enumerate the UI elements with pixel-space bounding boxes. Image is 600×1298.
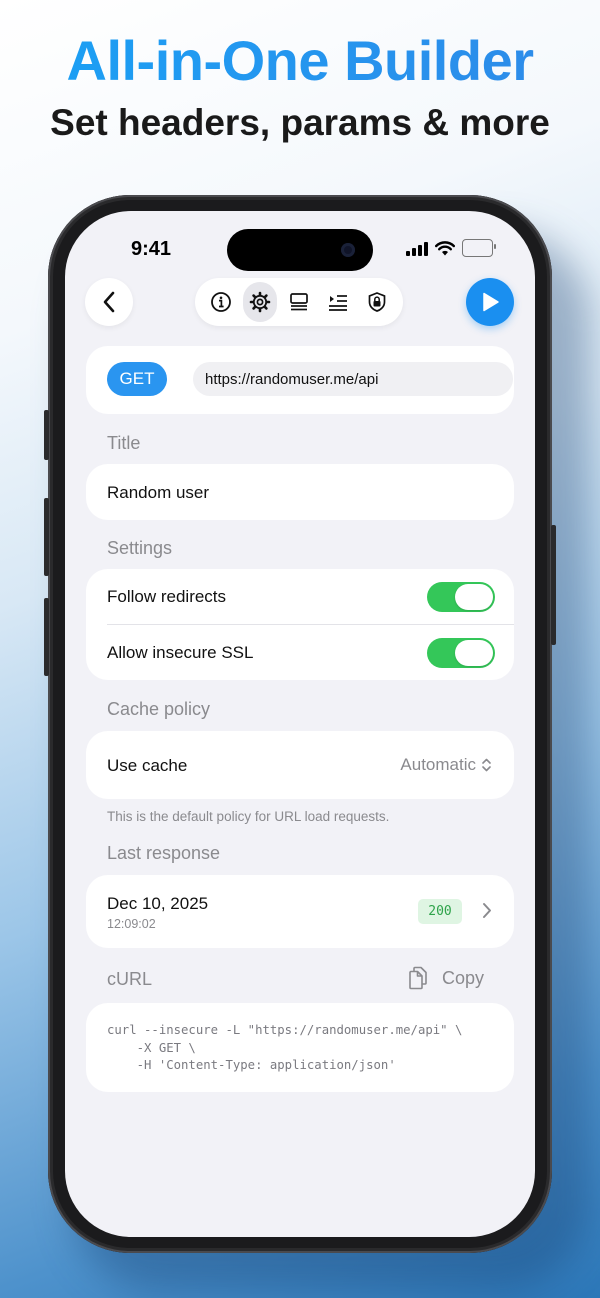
phone-volume-down (44, 598, 49, 676)
status-time: 9:41 (131, 238, 172, 260)
wifi-icon (435, 240, 455, 255)
copy-curl-button[interactable]: Copy (408, 966, 484, 990)
use-cache-label: Use cache (107, 756, 188, 775)
last-response-row[interactable]: Dec 10, 2025 12:09:02 200 (86, 875, 514, 948)
phone-power-button (551, 525, 556, 645)
curl-command: curl --insecure -L "https://randomuser.m… (107, 1023, 463, 1072)
phone-volume-up (44, 498, 49, 576)
phone-side-button (44, 410, 49, 460)
chevron-right-icon (483, 903, 491, 918)
status-icons (406, 239, 496, 257)
cellular-signal-icon (406, 241, 428, 256)
response-time: 12:09:02 (107, 917, 156, 931)
method-selector[interactable]: GET (107, 362, 167, 396)
copy-icon (409, 966, 427, 990)
follow-redirects-toggle[interactable] (427, 582, 495, 612)
dynamic-island (227, 229, 373, 271)
request-toolbar (195, 278, 403, 326)
gear-icon (249, 291, 271, 313)
promo-subheadline: Set headers, params & more (50, 102, 550, 143)
tab-layout[interactable] (282, 282, 316, 322)
info-icon (210, 292, 231, 312)
title-value: Random user (107, 483, 210, 502)
tab-settings[interactable] (242, 282, 277, 322)
row-divider (107, 624, 514, 625)
settings-card: Follow redirects Allow insecure SSL (86, 569, 514, 680)
cache-policy-value: Automatic (400, 755, 476, 774)
chevron-left-icon (103, 291, 115, 313)
chevron-up-down-icon (482, 758, 491, 772)
back-button[interactable] (85, 278, 133, 326)
play-icon (483, 292, 499, 312)
tab-info[interactable] (204, 282, 238, 322)
allow-insecure-ssl-toggle[interactable] (427, 638, 495, 668)
layout-icon (290, 293, 308, 311)
url-input[interactable]: https://randomuser.me/api (193, 362, 513, 396)
list-indent-icon (329, 295, 348, 311)
curl-command-card: curl --insecure -L "https://randomuser.m… (86, 1003, 514, 1092)
battery-icon (462, 239, 496, 257)
cache-policy-card: Use cache Automatic (86, 731, 514, 799)
section-title-label: Title (107, 433, 141, 453)
section-cache-label: Cache policy (107, 699, 211, 719)
copy-label: Copy (442, 967, 485, 988)
section-curl-label: cURL (107, 969, 153, 989)
send-request-button[interactable] (466, 278, 514, 326)
follow-redirects-label: Follow redirects (107, 587, 227, 606)
tab-params[interactable] (321, 282, 355, 322)
status-badge: 200 (418, 899, 462, 924)
title-input[interactable]: Random user (86, 464, 514, 520)
phone-screen: 9:41 GET https://randomuser.me/api Title… (65, 211, 535, 1237)
cache-policy-select[interactable]: Automatic (400, 755, 492, 775)
allow-insecure-ssl-label: Allow insecure SSL (107, 643, 254, 662)
response-date: Dec 10, 2025 (107, 894, 209, 913)
promo-headline: All-in-One Builder (0, 28, 600, 93)
lock-shield-icon (368, 292, 386, 312)
section-settings-label: Settings (107, 538, 173, 558)
cache-policy-footnote: This is the default policy for URL load … (107, 809, 390, 824)
tab-auth[interactable] (360, 282, 394, 322)
section-last-response-label: Last response (107, 843, 221, 863)
request-url-card: GET https://randomuser.me/api (86, 346, 514, 414)
